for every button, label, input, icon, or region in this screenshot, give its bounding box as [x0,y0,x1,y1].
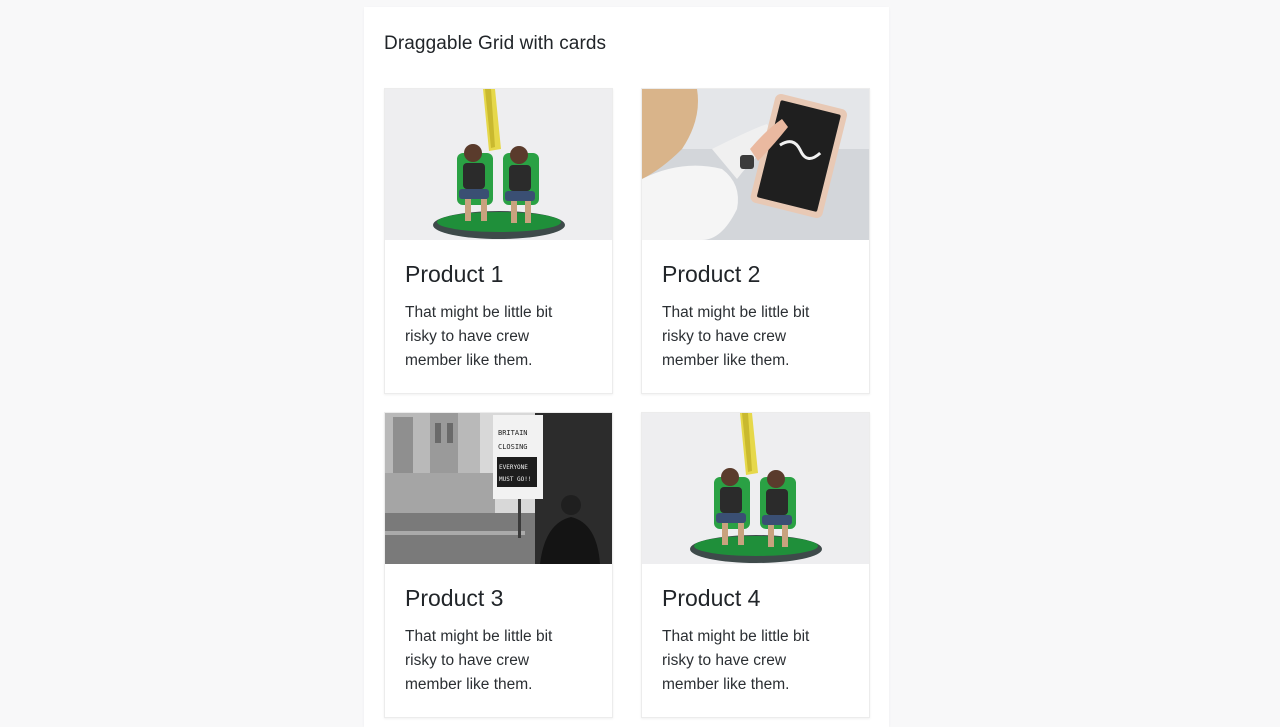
card-product-4[interactable]: Product 4 That might be little bit risky… [641,412,870,718]
sign-text-line-3: EVERYONE [499,464,528,471]
protest-sign-photo: BRITAIN CLOSING EVERYONE MUST GO!! [385,413,612,564]
card-text: That might be little bit risky to have c… [405,304,553,369]
card-title: Product 1 [405,261,504,287]
draggable-grid-panel: Draggable Grid with cards Product 1 That… [364,7,889,727]
amusement-ride-photo [385,89,612,240]
card-product-3[interactable]: BRITAIN CLOSING EVERYONE MUST GO!! Produ… [384,412,613,718]
card-product-2[interactable]: Product 2 That might be little bit risky… [641,88,870,394]
card-text: That might be little bit risky to have c… [662,628,810,693]
panel-title: Draggable Grid with cards [384,33,607,54]
card-text: That might be little bit risky to have c… [405,628,553,693]
card-text: That might be little bit risky to have c… [662,304,810,369]
card-title: Product 3 [405,585,504,611]
sign-text-line-2: CLOSING [498,443,528,451]
card-title: Product 2 [662,261,761,287]
tablet-hand-photo [642,89,869,240]
card-title: Product 4 [662,585,761,611]
card-product-1[interactable]: Product 1 That might be little bit risky… [384,88,613,394]
sign-text-line-4: MUST GO!! [499,476,532,483]
amusement-ride-photo [642,413,869,564]
sign-text-line-1: BRITAIN [498,429,528,437]
